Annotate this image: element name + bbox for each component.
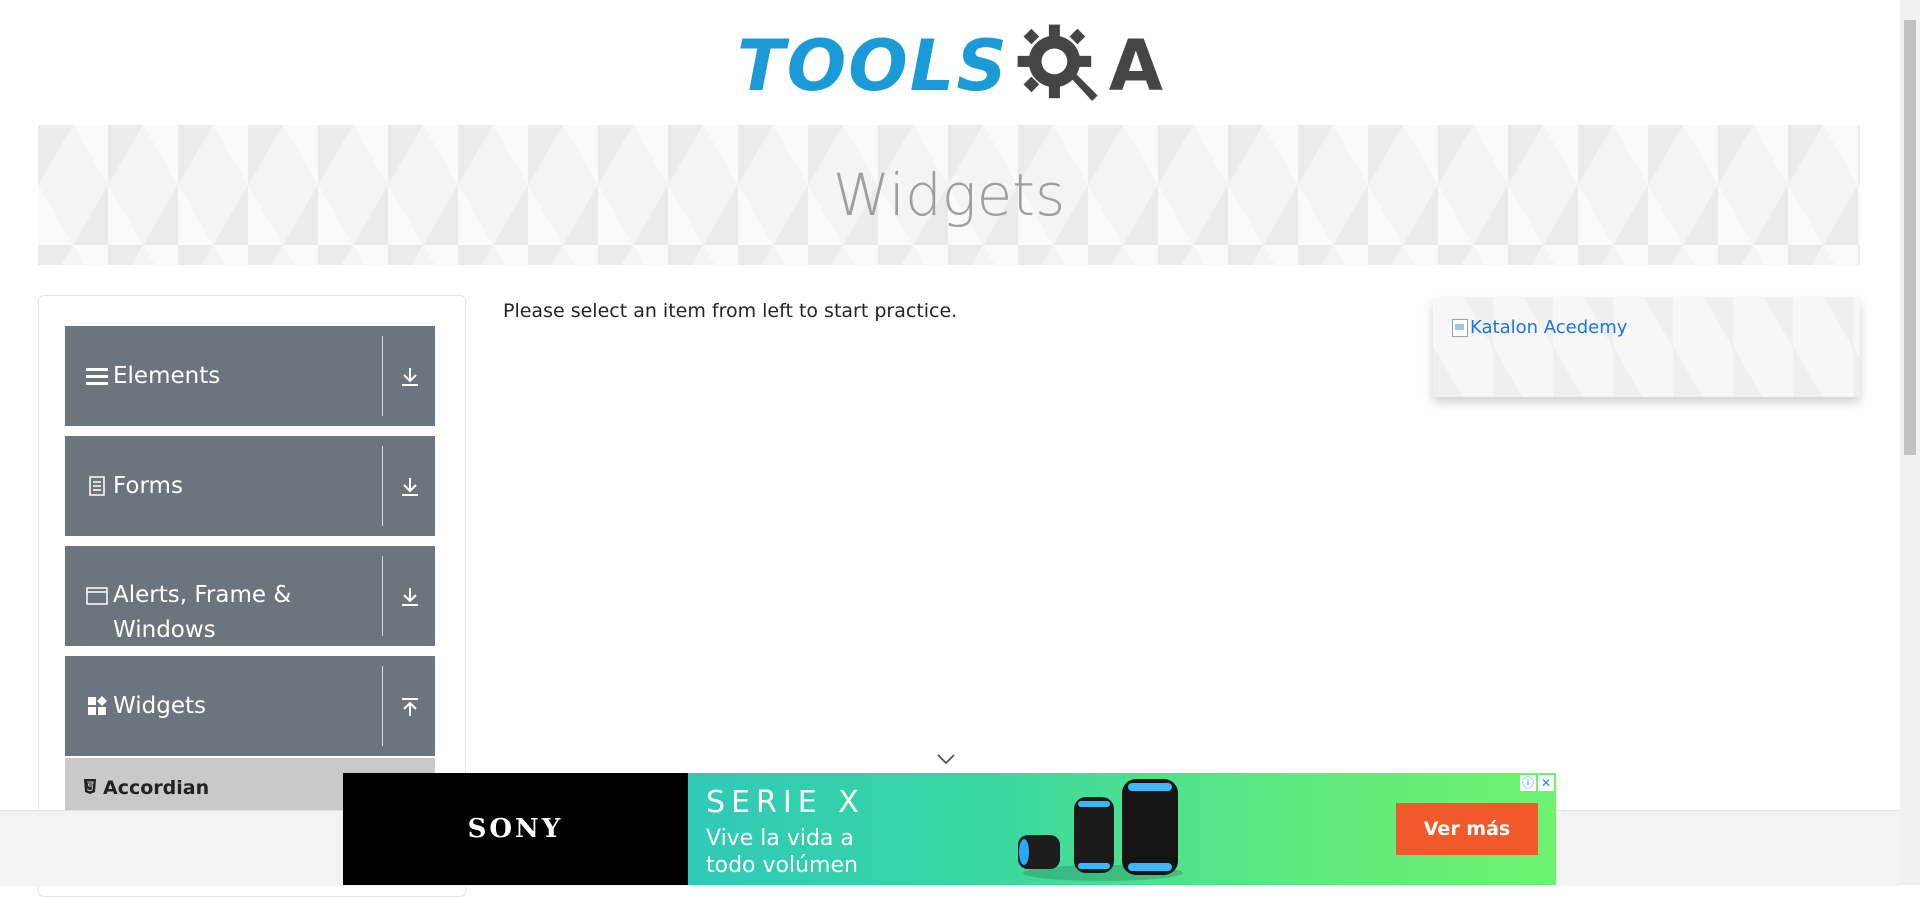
sony-ad-banner[interactable]: SONY SERIE X Vive la vida a todo volúmen… — [343, 773, 1556, 885]
sidebar-group-label: Forms — [113, 472, 183, 499]
document-icon — [85, 474, 109, 498]
divider — [382, 446, 383, 526]
sidebar-group-alerts-frame-windows[interactable]: Alerts, Frame & Windows — [65, 546, 435, 646]
sidebar-group-label: Alerts, Frame & Windows — [113, 582, 292, 643]
divider — [382, 666, 383, 746]
page-title: Widgets — [832, 161, 1066, 229]
ad-controls: ⓘ ✕ — [1520, 775, 1554, 791]
katalon-ad[interactable]: Katalon Acedemy — [1433, 297, 1860, 397]
sidebar-group-label: Widgets — [113, 692, 206, 719]
instruction-text: Please select an item from left to start… — [503, 300, 958, 322]
sidebar-group-label: Elements — [113, 362, 221, 389]
upload-arrow-icon[interactable] — [395, 692, 425, 722]
sidebar-group-elements[interactable]: Elements — [65, 326, 435, 426]
logo-text-a: A — [1108, 25, 1163, 107]
scrollbar-thumb[interactable] — [1904, 20, 1916, 455]
sidebar-group-forms[interactable]: Forms — [65, 436, 435, 536]
ad-brand-area: SONY — [343, 773, 688, 885]
ad-tagline-1: Vive la vida a — [706, 826, 854, 851]
download-arrow-icon[interactable] — [395, 472, 425, 502]
divider — [382, 556, 383, 636]
ad-cta-button[interactable]: Ver más — [1396, 803, 1538, 855]
hamburger-icon — [85, 364, 109, 388]
download-arrow-icon[interactable] — [395, 582, 425, 612]
gear-magnifier-icon — [1017, 24, 1098, 101]
ad-content-area: SERIE X Vive la vida a todo volúmen Ver … — [688, 773, 1556, 885]
katalon-ad-link[interactable]: Katalon Acedemy — [1452, 317, 1627, 338]
info-icon[interactable]: ⓘ — [1520, 775, 1536, 791]
broken-image-icon — [1452, 318, 1468, 337]
widgets-icon — [85, 694, 109, 718]
ad-tagline-2: todo volúmen — [706, 853, 858, 878]
download-arrow-icon[interactable] — [395, 362, 425, 392]
window-icon — [85, 584, 109, 608]
toolsqa-logo[interactable]: TOOLS A — [737, 18, 1163, 114]
divider — [382, 336, 383, 416]
close-icon[interactable]: ✕ — [1538, 775, 1554, 791]
speaker-product-image — [1018, 779, 1183, 881]
sidebar-group-widgets[interactable]: Widgets — [65, 656, 435, 756]
ad-series-text: SERIE X — [706, 785, 865, 820]
chevron-down-icon[interactable] — [936, 752, 956, 766]
page-banner: Widgets — [38, 125, 1860, 265]
html5-icon — [83, 778, 97, 799]
page-scrollbar[interactable] — [1900, 0, 1920, 885]
ad-alt-text: Katalon Acedemy — [1470, 317, 1628, 338]
sidebar-item-label: Accordian — [103, 777, 210, 799]
header: TOOLS A — [0, 18, 1900, 114]
logo-text-tools: TOOLS — [737, 25, 1009, 107]
sony-logo: SONY — [467, 814, 564, 844]
